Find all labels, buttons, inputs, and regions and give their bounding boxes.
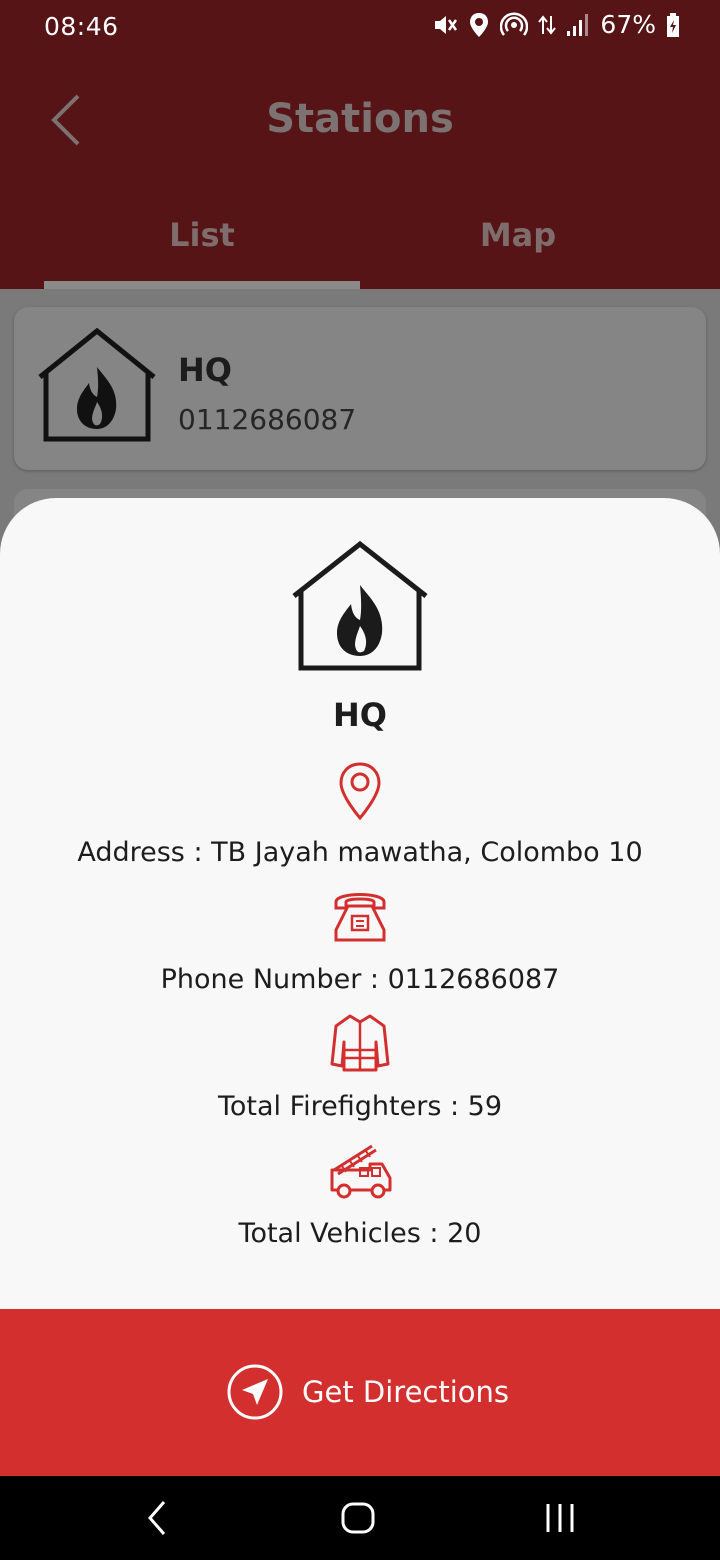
system-nav-bar xyxy=(0,1476,720,1560)
station-phone-number: Phone Number : 0112686087 xyxy=(160,964,560,995)
status-bar: 08:46 67% xyxy=(0,0,720,56)
firefighter-jacket-icon xyxy=(330,1014,390,1072)
battery-level: 67% xyxy=(600,10,656,39)
station-detail-sheet: HQ Address : TB Jayah mawatha, Colombo 1… xyxy=(0,498,720,1309)
total-vehicles: Total Vehicles : 20 xyxy=(238,1218,482,1249)
data-arrows-icon xyxy=(538,14,557,35)
recents-nav-icon[interactable] xyxy=(544,1498,576,1538)
signal-icon xyxy=(567,13,589,36)
home-nav-icon[interactable] xyxy=(340,1498,376,1538)
station-address: Address : TB Jayah mawatha, Colombo 10 xyxy=(77,837,643,868)
fire-station-icon xyxy=(292,540,428,671)
tab-map[interactable]: Map xyxy=(360,216,676,254)
status-icons: 67% xyxy=(432,10,680,39)
app-header: Stations List Map xyxy=(0,56,720,289)
navigation-arrow-icon xyxy=(227,1364,283,1420)
mute-icon xyxy=(435,15,458,34)
status-time: 08:46 xyxy=(44,12,119,41)
fire-truck-icon xyxy=(330,1144,392,1199)
get-directions-button[interactable]: Get Directions xyxy=(0,1309,720,1476)
tab-list[interactable]: List xyxy=(44,216,360,254)
page-title: Stations xyxy=(266,96,454,142)
station-phone: 0112686087 xyxy=(178,403,357,436)
back-nav-icon[interactable] xyxy=(142,1498,172,1538)
location-pin-icon xyxy=(339,762,381,821)
station-name: HQ xyxy=(178,351,232,389)
battery-icon xyxy=(667,12,679,37)
telephone-icon xyxy=(334,893,386,942)
fire-station-icon xyxy=(38,327,156,442)
total-firefighters: Total Firefighters : 59 xyxy=(217,1091,503,1122)
tab-indicator xyxy=(44,281,360,289)
hotspot-icon xyxy=(500,11,529,36)
location-icon xyxy=(470,12,489,37)
get-directions-label: Get Directions xyxy=(302,1375,510,1409)
list-item[interactable]: HQ 0112686087 xyxy=(14,307,706,470)
station-title: HQ xyxy=(333,696,387,734)
